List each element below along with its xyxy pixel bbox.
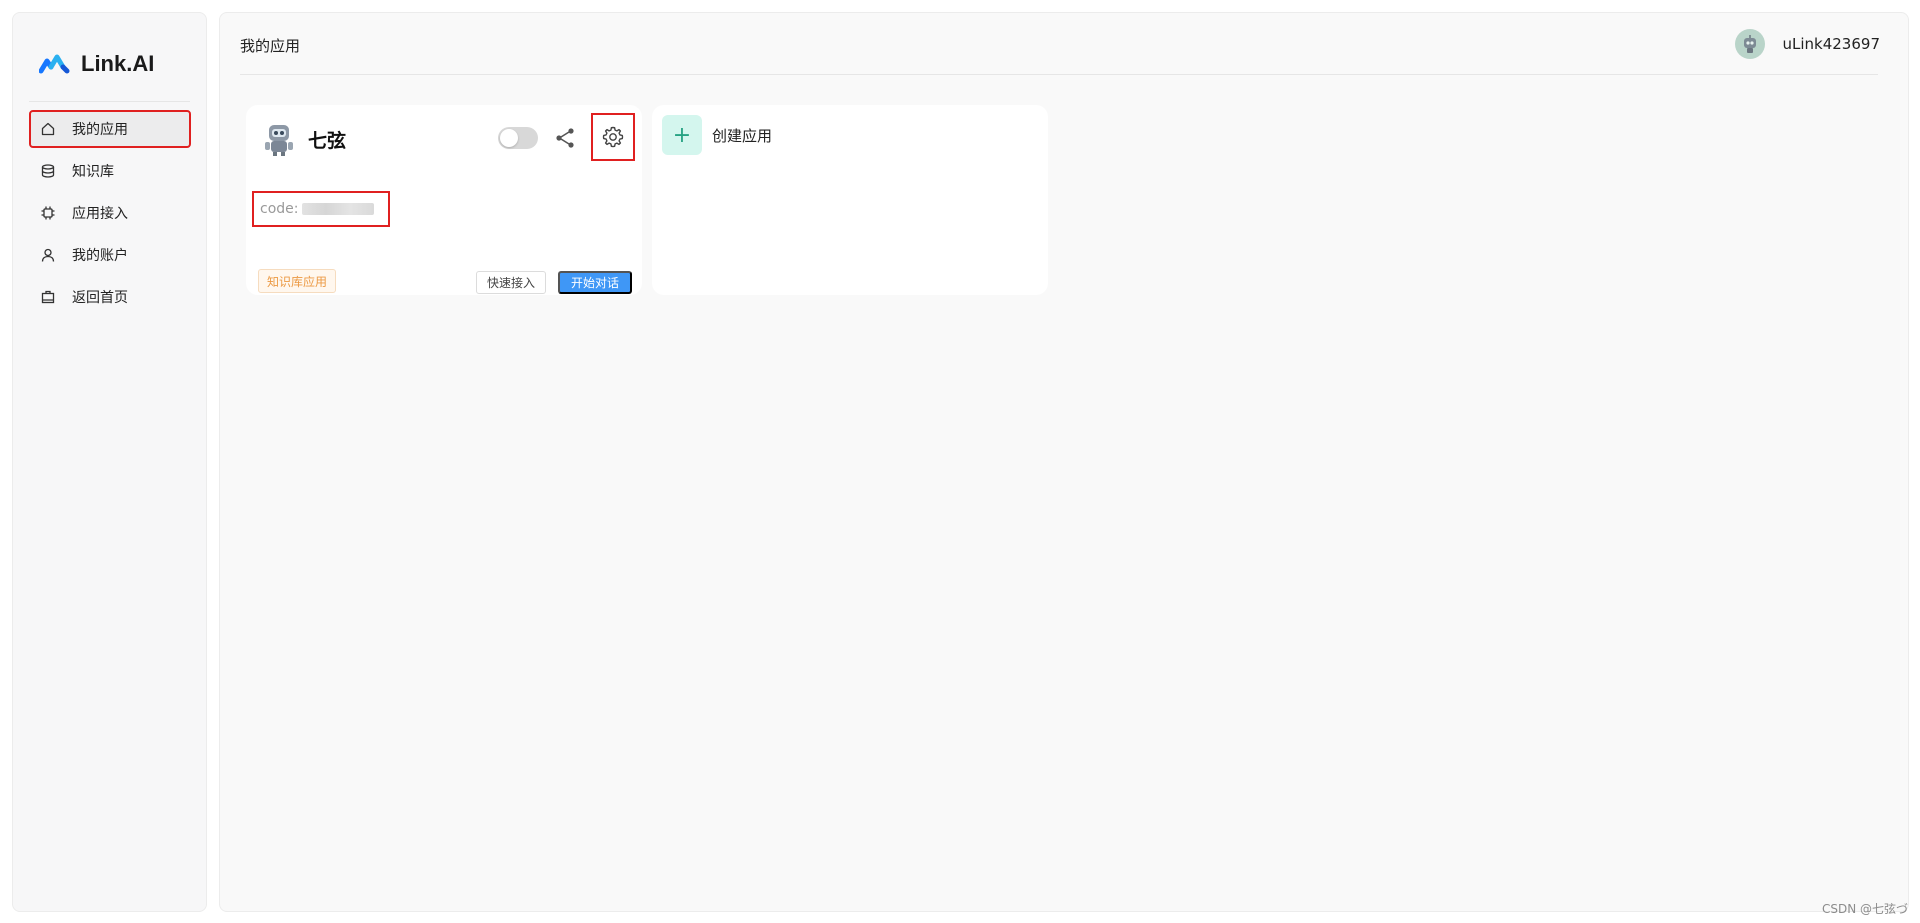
user-icon: [41, 248, 55, 262]
briefcase-icon: [41, 290, 55, 304]
chip-icon: [41, 206, 55, 220]
page-title: 我的应用: [240, 37, 301, 55]
brand-name: Link.AI: [81, 51, 155, 76]
robot-avatar-icon: [265, 125, 293, 156]
start-chat-button[interactable]: 开始对话: [558, 271, 633, 294]
sidebar-item-label: 我的账户: [72, 248, 128, 264]
sidebar-item-label: 应用接入: [72, 206, 128, 222]
user-menu[interactable]: uLink423697: [1734, 29, 1881, 59]
divider: [29, 101, 190, 102]
gear-icon: [602, 126, 624, 148]
app-card[interactable]: 七弦 code: 知识库应用 快速接入 开始对话: [246, 105, 642, 295]
app-type-tag: 知识库应用: [258, 269, 337, 293]
link-ai-logo-icon: [39, 54, 70, 74]
home-icon: [41, 122, 55, 136]
main-panel: 我的应用 uLink423697 七弦 code: 知识库应用 快速接入 开始对…: [219, 12, 1909, 912]
share-icon[interactable]: [553, 126, 577, 150]
create-app-button[interactable]: + 创建应用: [662, 115, 772, 155]
sidebar-item-label: 我的应用: [72, 122, 128, 138]
create-app-label: 创建应用: [712, 126, 773, 145]
sidebar-item-label: 返回首页: [72, 290, 128, 306]
sidebar-nav: 我的应用 知识库 应用接入 我的账户 返回首页: [29, 110, 191, 321]
sidebar-item-back-home[interactable]: 返回首页: [30, 279, 190, 315]
brand-logo[interactable]: Link.AI: [39, 47, 154, 81]
create-app-card: + 创建应用: [652, 105, 1048, 295]
avatar[interactable]: [1734, 29, 1765, 59]
sidebar-item-app-integration[interactable]: 应用接入: [30, 195, 190, 231]
settings-button[interactable]: [591, 113, 635, 161]
code-value-redacted: [302, 203, 375, 215]
app-code: code:: [252, 191, 390, 227]
app-name: 七弦: [308, 130, 347, 152]
sidebar-item-knowledge-base[interactable]: 知识库: [30, 153, 190, 189]
robot-avatar-icon: [1743, 35, 1756, 53]
watermark: CSDN @七弦づ: [1821, 902, 1908, 916]
code-label: code:: [260, 201, 299, 217]
plus-icon: +: [662, 115, 702, 155]
sidebar-item-label: 知识库: [72, 164, 114, 180]
divider: [240, 74, 1878, 75]
toggle-knob: [500, 129, 518, 147]
app-enable-toggle[interactable]: [498, 127, 538, 149]
header: 我的应用 uLink423697: [220, 13, 1908, 75]
user-name[interactable]: uLink423697: [1783, 35, 1881, 53]
quick-integrate-button[interactable]: 快速接入: [476, 271, 547, 294]
database-icon: [41, 164, 55, 178]
sidebar-item-my-apps[interactable]: 我的应用: [29, 110, 191, 148]
sidebar-item-my-account[interactable]: 我的账户: [30, 237, 190, 273]
sidebar: Link.AI 我的应用 知识库 应用接入 我的账户 返回首页: [12, 12, 207, 912]
app-root: Link.AI 我的应用 知识库 应用接入 我的账户 返回首页 我的应用 uLi…: [0, 0, 1920, 923]
